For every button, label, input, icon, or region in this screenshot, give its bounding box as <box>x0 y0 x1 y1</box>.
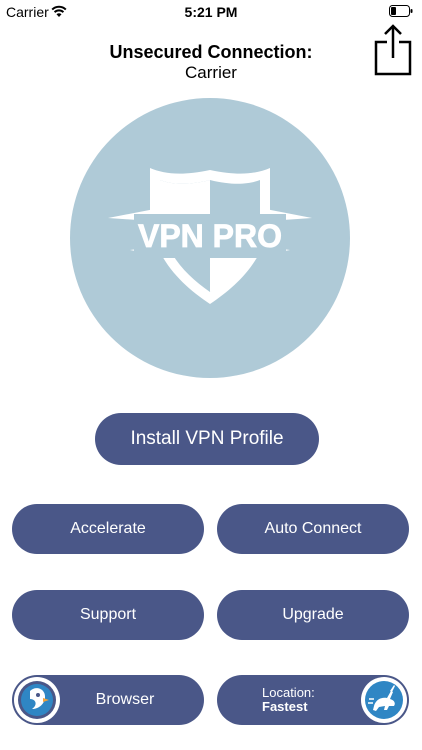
vpn-logo-circle: VPN PRO <box>70 98 350 378</box>
location-value: Fastest <box>262 699 308 714</box>
auto-connect-button[interactable]: Auto Connect <box>217 504 409 554</box>
connection-status-title: Unsecured Connection: <box>109 42 313 62</box>
location-button[interactable]: Location: Fastest <box>217 675 409 725</box>
location-label: Location: <box>262 685 315 700</box>
browser-button[interactable]: Browser <box>12 675 204 725</box>
upgrade-button[interactable]: Upgrade <box>217 590 409 640</box>
duck-icon <box>18 681 56 719</box>
logo-text: VPN PRO <box>138 218 282 254</box>
browser-duck-badge <box>14 677 60 723</box>
accelerate-button[interactable]: Accelerate <box>12 504 204 554</box>
install-vpn-profile-button[interactable]: Install VPN Profile <box>95 413 319 465</box>
connection-network-name: Carrier <box>185 63 237 82</box>
battery-icon <box>389 5 413 17</box>
rabbit-icon <box>365 681 403 719</box>
browser-label: Browser <box>95 691 155 708</box>
status-bar: Carrier 5:21 PM <box>0 0 422 26</box>
status-time: 5:21 PM <box>184 4 238 20</box>
location-rabbit-badge <box>361 677 407 723</box>
support-button[interactable]: Support <box>12 590 204 640</box>
vpn-shield-logo: VPN PRO <box>108 168 312 304</box>
share-icon[interactable] <box>373 24 413 76</box>
